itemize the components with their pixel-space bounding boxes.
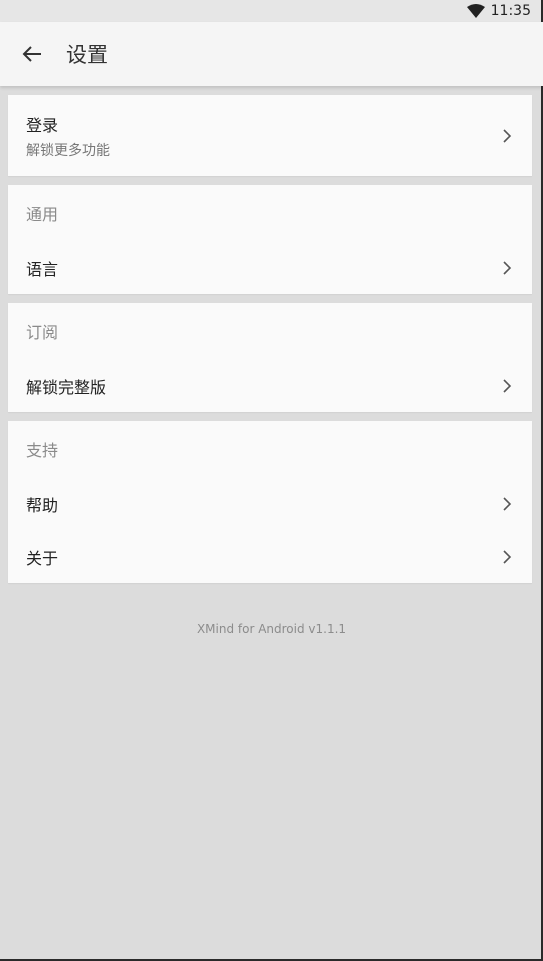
version-text: XMind for Android v1.1.1: [196, 622, 347, 636]
login-subtitle: 解锁更多功能: [26, 142, 110, 159]
status-time: 11:35: [490, 3, 531, 19]
general-card: 通用 语言: [8, 185, 532, 294]
login-title: 登录: [26, 115, 59, 135]
language-label: 语言: [26, 259, 59, 279]
help-row[interactable]: 帮助: [8, 477, 532, 530]
back-button[interactable]: [0, 22, 64, 86]
chevron-right-icon: [503, 378, 512, 393]
language-row[interactable]: 语言: [8, 241, 532, 294]
app-bar: 设置: [0, 22, 543, 86]
chevron-right-icon: [503, 128, 512, 143]
wifi-icon: [466, 4, 485, 18]
chevron-right-icon: [503, 260, 512, 275]
subscription-card: 订阅 解锁完整版: [8, 303, 532, 412]
section-header-subscription: 订阅: [26, 323, 59, 342]
page-title: 设置: [66, 43, 108, 67]
unlock-full-label: 解锁完整版: [26, 377, 107, 397]
about-label: 关于: [26, 548, 59, 568]
section-header-general: 通用: [26, 205, 59, 224]
chevron-right-icon: [503, 496, 512, 511]
section-header-support: 支持: [26, 441, 59, 460]
help-label: 帮助: [26, 495, 59, 515]
status-bar: 11:35: [0, 0, 543, 22]
arrow-back-icon: [22, 46, 41, 62]
support-card: 支持 帮助 关于: [8, 421, 532, 583]
about-row[interactable]: 关于: [8, 530, 532, 583]
login-row[interactable]: 登录 解锁更多功能: [8, 95, 532, 176]
unlock-full-row[interactable]: 解锁完整版: [8, 359, 532, 412]
chevron-right-icon: [503, 549, 512, 564]
login-card: 登录 解锁更多功能: [8, 95, 532, 176]
settings-list: 登录 解锁更多功能 通用 语言 订阅 解锁完整版 支持 帮助 关于: [8, 95, 532, 592]
